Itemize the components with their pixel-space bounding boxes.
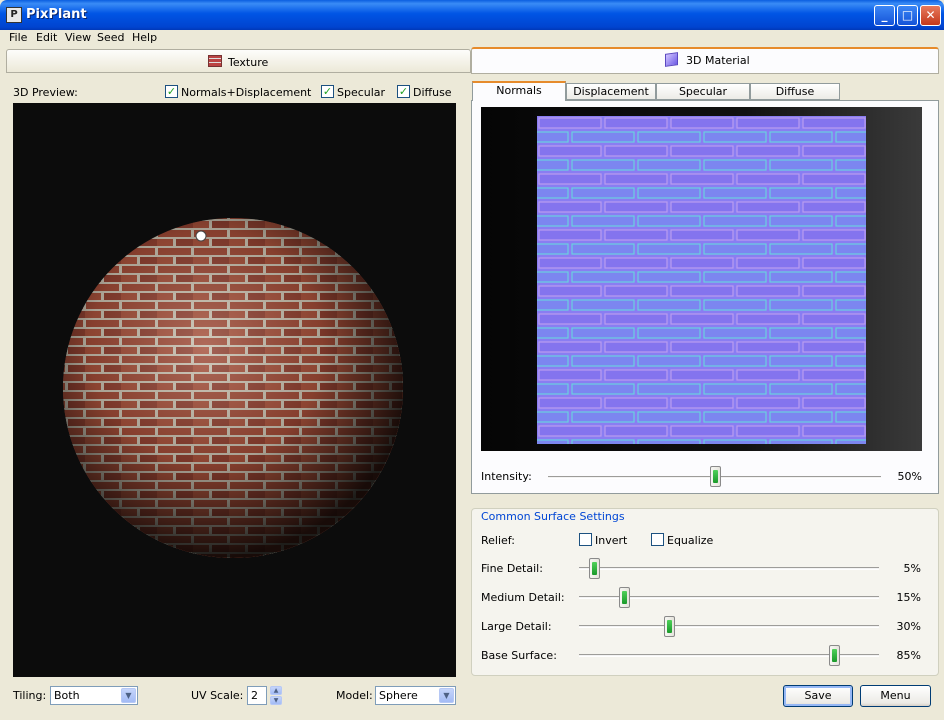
subtab-normals[interactable]: Normals [472,81,566,101]
diffuse-checkbox[interactable]: ✓ [397,85,410,98]
3d-preview-viewport[interactable] [13,103,456,677]
menu-help[interactable]: Help [132,31,157,44]
subtab-specular[interactable]: Specular [656,83,750,100]
intensity-label: Intensity: [481,470,532,483]
spinner-up-icon[interactable]: ▲ [270,686,282,695]
equalize-checkbox[interactable] [651,533,664,546]
common-surface-settings-title: Common Surface Settings [479,510,627,523]
invert-label: Invert [595,534,628,547]
uv-scale-input[interactable]: 2 [247,686,267,705]
normals-displacement-checkbox[interactable]: ✓ [165,85,178,98]
large-detail-label: Large Detail: [481,620,552,633]
medium-detail-slider-thumb[interactable] [619,587,630,608]
uv-scale-label: UV Scale: [191,689,244,702]
intensity-value: 50% [897,470,922,483]
cube-icon [665,52,678,67]
brick-icon [208,55,222,67]
app-icon: P [6,7,22,23]
fine-detail-slider-thumb[interactable] [589,558,600,579]
maximize-button[interactable]: □ [897,5,918,26]
intensity-slider-thumb[interactable] [709,466,721,487]
tab-texture-label: Texture [228,56,269,69]
brick-sphere [63,218,403,558]
menu-button[interactable]: Menu [860,685,931,707]
base-surface-value: 85% [896,649,921,662]
normals-displacement-label: Normals+Displacement [181,86,312,99]
menu-file[interactable]: File [9,31,27,44]
equalize-label: Equalize [667,534,714,547]
model-label: Model: [336,689,373,702]
menu-edit[interactable]: Edit [36,31,57,44]
tiling-label: Tiling: [13,689,47,702]
large-detail-slider-track[interactable] [579,625,879,628]
tab-3d-material-label: 3D Material [686,54,750,67]
base-surface-slider-thumb[interactable] [829,645,840,666]
tiling-value: Both [54,689,80,702]
subtab-displacement[interactable]: Displacement [566,83,656,100]
fine-detail-label: Fine Detail: [481,562,543,575]
menu-seed[interactable]: Seed [97,31,125,44]
model-value: Sphere [379,689,418,702]
medium-detail-label: Medium Detail: [481,591,565,604]
specular-label: Specular [337,86,386,99]
fine-detail-slider-track[interactable] [579,567,879,570]
title-bar[interactable] [0,0,944,30]
chevron-down-icon[interactable]: ▼ [121,688,136,703]
preview-label: 3D Preview: [13,86,78,99]
large-detail-value: 30% [896,620,921,633]
large-detail-slider-thumb[interactable] [664,616,675,637]
uv-scale-value: 2 [251,689,258,702]
invert-checkbox[interactable] [579,533,592,546]
specular-checkbox[interactable]: ✓ [321,85,334,98]
medium-detail-value: 15% [896,591,921,604]
menu-view[interactable]: View [65,31,91,44]
window-title: PixPlant [26,7,87,22]
save-button[interactable]: Save [783,685,853,707]
subtab-diffuse[interactable]: Diffuse [750,83,840,100]
diffuse-label: Diffuse [413,86,452,99]
chevron-down-icon[interactable]: ▼ [439,688,454,703]
minimize-button[interactable]: _ [874,5,895,26]
relief-label: Relief: [481,534,515,547]
normal-map-image [537,116,866,444]
spinner-down-icon[interactable]: ▼ [270,696,282,705]
base-surface-label: Base Surface: [481,649,557,662]
fine-detail-value: 5% [903,562,921,575]
close-button[interactable]: ✕ [920,5,941,26]
